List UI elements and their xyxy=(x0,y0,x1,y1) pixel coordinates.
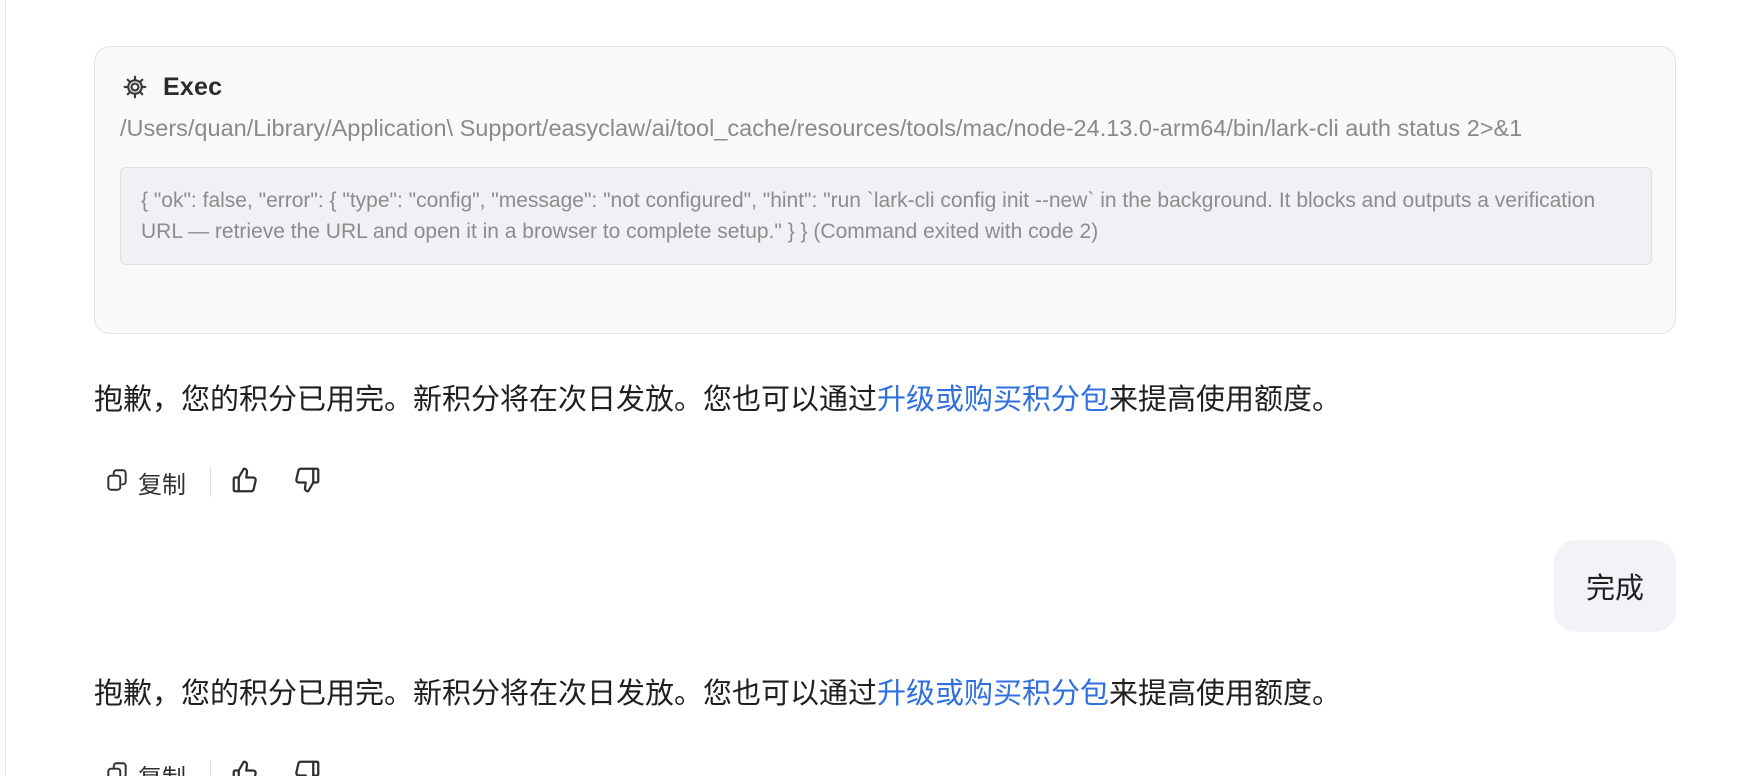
upgrade-link[interactable]: 升级或购买积分包 xyxy=(877,678,1109,710)
sidebar-divider xyxy=(5,0,6,776)
message-actions: 复制 xyxy=(94,755,349,776)
assistant-message: 抱歉，您的积分已用完。新积分将在次日发放。您也可以通过升级或购买积分包来提高使用… xyxy=(94,674,1341,714)
tool-call-title: Exec xyxy=(163,72,223,101)
copy-icon xyxy=(104,467,130,498)
upgrade-link[interactable]: 升级或购买积分包 xyxy=(877,384,1109,416)
thumbs-down-icon xyxy=(292,465,322,500)
copy-label: 复制 xyxy=(138,471,186,499)
actions-divider xyxy=(210,760,211,776)
actions-divider xyxy=(210,467,211,497)
tool-call-header: Exec xyxy=(120,71,1650,103)
copy-icon xyxy=(104,760,130,776)
dislike-button[interactable] xyxy=(287,755,327,776)
assistant-message: 抱歉，您的积分已用完。新积分将在次日发放。您也可以通过升级或购买积分包来提高使用… xyxy=(94,380,1341,420)
user-message-text: 完成 xyxy=(1585,573,1644,605)
like-button[interactable] xyxy=(225,755,265,776)
tool-call-command: /Users/quan/Library/Application\ Support… xyxy=(120,115,1523,141)
message-text: 抱歉，您的积分已用完。新积分将在次日发放。您也可以通过 xyxy=(94,384,878,416)
tool-call-output: { "ok": false, "error": { "type": "confi… xyxy=(120,167,1652,265)
copy-label: 复制 xyxy=(138,758,186,776)
message-text: 来提高使用额度。 xyxy=(1109,678,1342,710)
thumbs-up-icon xyxy=(230,758,260,776)
chat-thread: Exec /Users/quan/Library/Application\ Su… xyxy=(94,46,1676,334)
chat-page: Exec /Users/quan/Library/Application\ Su… xyxy=(0,0,1764,776)
gear-icon xyxy=(122,74,148,100)
tool-call-card[interactable]: Exec /Users/quan/Library/Application\ Su… xyxy=(94,46,1676,334)
dislike-button[interactable] xyxy=(287,462,327,502)
like-button[interactable] xyxy=(225,462,265,502)
thumbs-up-icon xyxy=(230,465,260,500)
message-text: 抱歉，您的积分已用完。新积分将在次日发放。您也可以通过 xyxy=(94,678,878,710)
user-message-bubble: 完成 xyxy=(1553,540,1676,632)
message-actions: 复制 xyxy=(94,462,349,502)
message-text: 来提高使用额度。 xyxy=(1109,384,1342,416)
thumbs-down-icon xyxy=(292,758,322,776)
copy-button[interactable]: 复制 xyxy=(94,462,196,502)
copy-button[interactable]: 复制 xyxy=(94,755,196,776)
